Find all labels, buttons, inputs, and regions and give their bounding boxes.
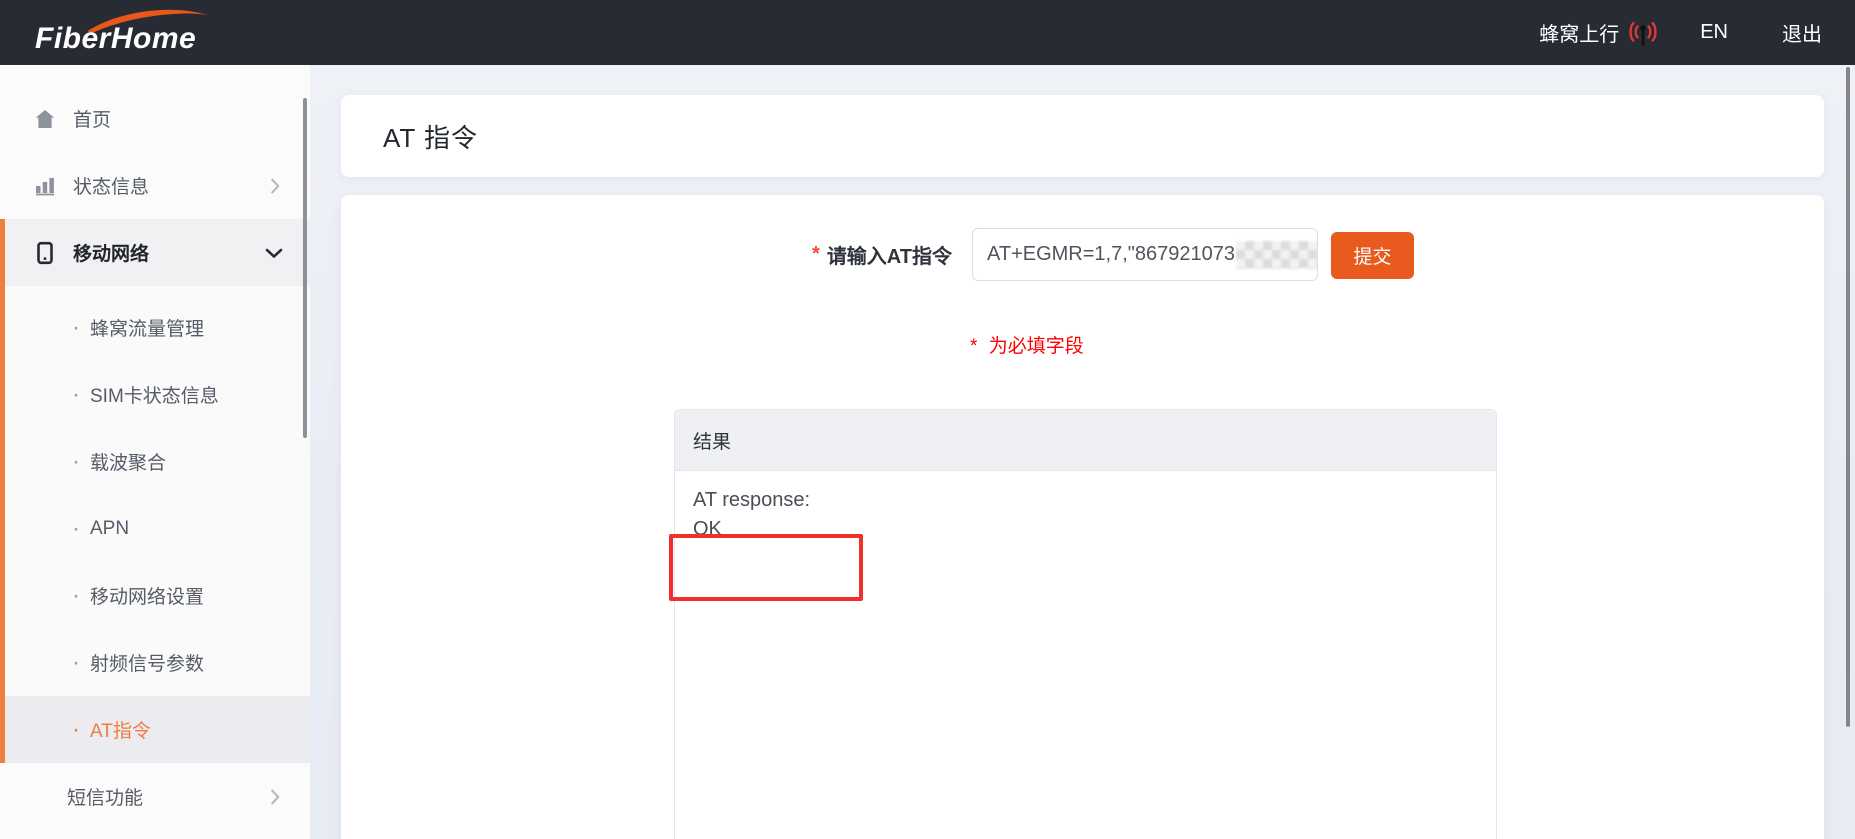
redacted-mosaic <box>1236 241 1318 269</box>
antenna-signal-icon <box>1628 18 1658 48</box>
mobile-phone-icon <box>33 241 57 265</box>
sidebar-item-label: 载波聚合 <box>90 448 166 475</box>
red-annotation-box <box>669 534 863 601</box>
at-command-input-value: AT+EGMR=1,7,"867921073 <box>987 243 1235 266</box>
sidebar-item-label: 移动网络 <box>73 239 149 266</box>
topbar-right-cluster: 蜂窝上行 EN 退出 <box>1539 0 1822 65</box>
logout-button[interactable]: 退出 <box>1782 18 1822 47</box>
cellular-uplink-label: 蜂窝上行 <box>1539 18 1619 47</box>
sidebar-item-apn[interactable]: · APN <box>5 495 310 562</box>
sidebar-item-label: 蜂窝流量管理 <box>90 314 204 341</box>
sidebar-item-sim-status[interactable]: · SIM卡状态信息 <box>5 361 310 428</box>
language-toggle[interactable]: EN <box>1700 21 1728 44</box>
sidebar-scrollbar[interactable] <box>303 98 307 438</box>
logo-text: FiberHome <box>35 22 196 56</box>
bullet-dot: · <box>72 584 80 608</box>
sidebar-group-mobile-network: 移动网络 · 蜂窝流量管理 · SIM卡状态信息 · 载波聚合 <box>0 219 310 763</box>
sidebar-item-sms[interactable]: 短信功能 <box>0 763 310 830</box>
bullet-dot: · <box>72 718 80 742</box>
bullet-dot: · <box>72 517 80 541</box>
sidebar-item-label: 射频信号参数 <box>90 649 204 676</box>
at-command-label-text: 请输入AT指令 <box>827 240 952 269</box>
sidebar-item-rf-signal-params[interactable]: · 射频信号参数 <box>5 629 310 696</box>
sidebar-item-label: 移动网络设置 <box>90 582 204 609</box>
main-content: AT 指令 * 请输入AT指令 AT+EGMR=1,7,"867921073 提… <box>310 65 1855 839</box>
sidebar-item-mobile-network[interactable]: 移动网络 <box>5 219 310 286</box>
sidebar-item-cellular-traffic[interactable]: · 蜂窝流量管理 <box>5 294 310 361</box>
bullet-dot: · <box>72 383 80 407</box>
at-command-label: * 请输入AT指令 <box>652 228 952 281</box>
chevron-right-icon <box>264 786 286 808</box>
result-panel-header: 结果 <box>675 410 1496 471</box>
sidebar-item-mobile-network-settings[interactable]: · 移动网络设置 <box>5 562 310 629</box>
sidebar-item-at-command[interactable]: · AT指令 <box>5 696 310 763</box>
result-panel-body: AT response: OK <box>675 471 1496 544</box>
home-icon <box>33 107 57 131</box>
required-note-text: 为必填字段 <box>989 336 1084 357</box>
top-navbar: FiberHome 蜂窝上行 EN 退出 <box>0 0 1855 65</box>
sidebar: 首页 状态信息 移动网络 <box>0 65 310 839</box>
bullet-dot: · <box>72 316 80 340</box>
page-title: AT 指令 <box>383 118 478 155</box>
submit-button[interactable]: 提交 <box>1331 232 1414 279</box>
bullet-dot: · <box>72 450 80 474</box>
page-title-card: AT 指令 <box>341 95 1824 177</box>
mobile-network-submenu: · 蜂窝流量管理 · SIM卡状态信息 · 载波聚合 · APN · 移动网 <box>5 286 310 763</box>
at-command-input[interactable]: AT+EGMR=1,7,"867921073 <box>972 228 1318 281</box>
required-asterisk: * <box>970 336 977 357</box>
fiberhome-logo: FiberHome <box>33 6 203 60</box>
sidebar-item-label: APN <box>90 518 129 540</box>
result-panel: 结果 AT response: OK <box>674 409 1497 839</box>
sidebar-item-status-info[interactable]: 状态信息 <box>0 152 310 219</box>
required-field-note: * 为必填字段 <box>970 331 1084 358</box>
result-line: OK <box>693 515 1496 544</box>
result-line: AT response: <box>693 486 1496 515</box>
chevron-down-icon <box>262 241 286 265</box>
chevron-right-icon <box>264 175 286 197</box>
bar-chart-icon <box>33 174 57 198</box>
sidebar-top-padding <box>0 65 310 85</box>
sidebar-item-carrier-aggregation[interactable]: · 载波聚合 <box>5 428 310 495</box>
sidebar-item-label: 首页 <box>73 105 111 132</box>
at-command-form-card: * 请输入AT指令 AT+EGMR=1,7,"867921073 提交 * 为必… <box>341 195 1824 839</box>
page-scrollbar[interactable] <box>1846 67 1850 727</box>
sidebar-item-label: 短信功能 <box>67 783 143 810</box>
sidebar-item-home[interactable]: 首页 <box>0 85 310 152</box>
required-asterisk: * <box>812 243 820 266</box>
sidebar-item-label: AT指令 <box>90 716 151 743</box>
bullet-dot: · <box>72 651 80 675</box>
sidebar-item-label: SIM卡状态信息 <box>90 381 219 408</box>
sidebar-item-label: 状态信息 <box>73 172 149 199</box>
screen: FiberHome 蜂窝上行 EN 退出 <box>0 0 1855 839</box>
